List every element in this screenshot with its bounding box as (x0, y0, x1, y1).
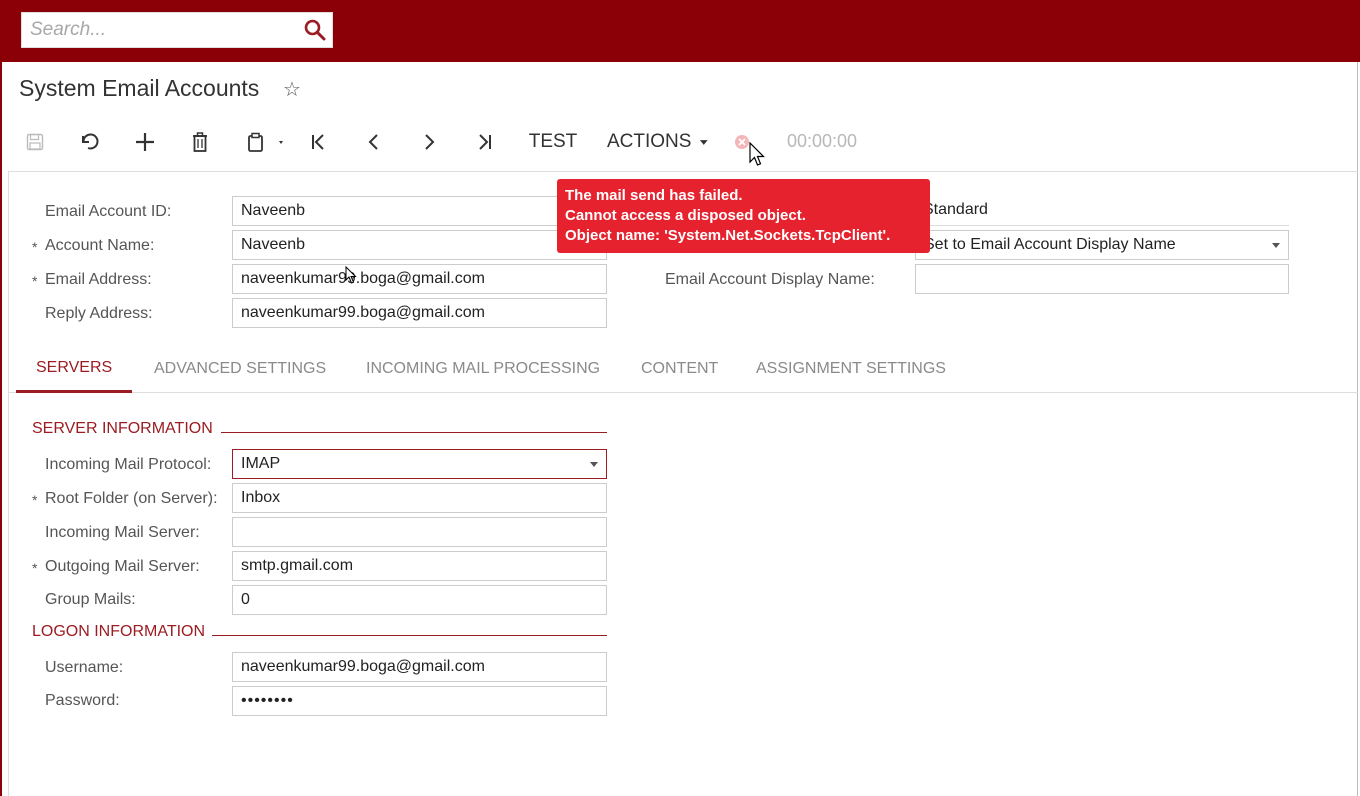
tab-bar: SERVERS ADVANCED SETTINGS INCOMING MAIL … (8, 345, 1358, 393)
section-divider (221, 432, 607, 433)
page-title: System Email Accounts (19, 75, 260, 101)
mouse-pointer-icon (345, 266, 357, 284)
email-account-id-label: Email Account ID: (45, 203, 172, 220)
mouse-pointer-icon (749, 142, 765, 166)
search-icon[interactable] (304, 19, 326, 41)
incoming-protocol-select[interactable]: IMAP (232, 449, 607, 479)
password-field[interactable]: •••••••• (232, 686, 607, 716)
required-marker: * (32, 239, 38, 255)
tab-assignment-settings[interactable]: ASSIGNMENT SETTINGS (736, 345, 966, 393)
incoming-protocol-label: Incoming Mail Protocol: (45, 456, 212, 473)
clipboard-menu-icon[interactable] (243, 120, 289, 164)
password-label: Password: (45, 692, 120, 709)
username-label: Username: (45, 659, 124, 676)
first-record-icon[interactable] (306, 120, 332, 164)
tab-servers[interactable]: SERVERS (16, 345, 133, 393)
sender-display-name-value: Set to Email Account Display Name (924, 236, 1176, 253)
outgoing-server-field[interactable]: smtp.gmail.com (232, 551, 607, 581)
group-mails-label: Group Mails: (45, 591, 136, 608)
section-divider (212, 635, 607, 636)
last-record-icon[interactable] (471, 120, 497, 164)
toast-line: The mail send has failed. (565, 187, 743, 204)
save-icon[interactable] (22, 120, 48, 164)
toolbar: TEST ACTIONS (0, 120, 1358, 164)
logon-information-heading: LOGON INFORMATION (32, 623, 206, 640)
tab-advanced-settings[interactable]: ADVANCED SETTINGS (134, 345, 346, 393)
reply-address-label: Reply Address: (45, 305, 153, 322)
toast-line: Object name: 'System.Net.Sockets.TcpClie… (565, 227, 891, 244)
tab-content[interactable]: CONTENT (621, 345, 738, 393)
actions-menu-button[interactable]: ACTIONS (607, 120, 711, 164)
required-marker: * (32, 273, 38, 289)
email-address-field[interactable]: naveenkumar99.boga@gmail.com (232, 264, 607, 294)
root-folder-label: Root Folder (on Server): (45, 490, 218, 507)
previous-record-icon[interactable] (361, 120, 387, 164)
search-box[interactable] (21, 12, 333, 48)
account-name-field[interactable]: Naveenb (232, 230, 607, 260)
chevron-down-icon (700, 140, 709, 145)
undo-icon[interactable] (77, 120, 103, 164)
outgoing-server-label: Outgoing Mail Server: (45, 558, 200, 575)
username-field[interactable]: naveenkumar99.boga@gmail.com (232, 652, 607, 682)
email-address-label: Email Address: (45, 271, 152, 288)
required-marker: * (32, 492, 38, 508)
reply-address-field[interactable]: naveenkumar99.boga@gmail.com (232, 298, 607, 328)
error-toast[interactable]: The mail send has failed. Cannot access … (557, 179, 930, 253)
server-information-heading: SERVER INFORMATION (32, 420, 213, 437)
group-mails-field[interactable]: 0 (232, 585, 607, 615)
test-button[interactable]: TEST (527, 120, 579, 164)
top-header-bar (0, 0, 1360, 62)
incoming-protocol-value: IMAP (241, 455, 281, 472)
favorite-star-icon[interactable]: ☆ (283, 77, 301, 102)
toast-line: Cannot access a disposed object. (565, 207, 806, 224)
left-border (0, 62, 2, 796)
elapsed-timer: 00:00:00 (787, 131, 858, 151)
dropdown-arrow-icon (1272, 243, 1280, 248)
sender-display-name-select[interactable]: Set to Email Account Display Name (915, 230, 1289, 260)
delete-icon[interactable] (187, 120, 213, 164)
root-folder-field[interactable]: Inbox (232, 483, 607, 513)
actions-label: ACTIONS (607, 131, 692, 152)
add-icon[interactable] (132, 120, 158, 164)
next-record-icon[interactable] (416, 120, 442, 164)
tab-incoming-mail-processing[interactable]: INCOMING MAIL PROCESSING (346, 345, 620, 393)
account-type-field: Standard (915, 196, 1289, 226)
required-marker: * (32, 560, 38, 576)
incoming-server-label: Incoming Mail Server: (45, 524, 200, 541)
display-name-label: Email Account Display Name: (665, 271, 875, 288)
email-account-id-field[interactable]: Naveenb (232, 196, 607, 226)
dropdown-arrow-icon (590, 462, 598, 467)
search-input[interactable] (22, 13, 302, 47)
display-name-field[interactable] (915, 264, 1289, 294)
incoming-server-field[interactable] (232, 517, 607, 547)
account-name-label: Account Name: (45, 237, 155, 254)
